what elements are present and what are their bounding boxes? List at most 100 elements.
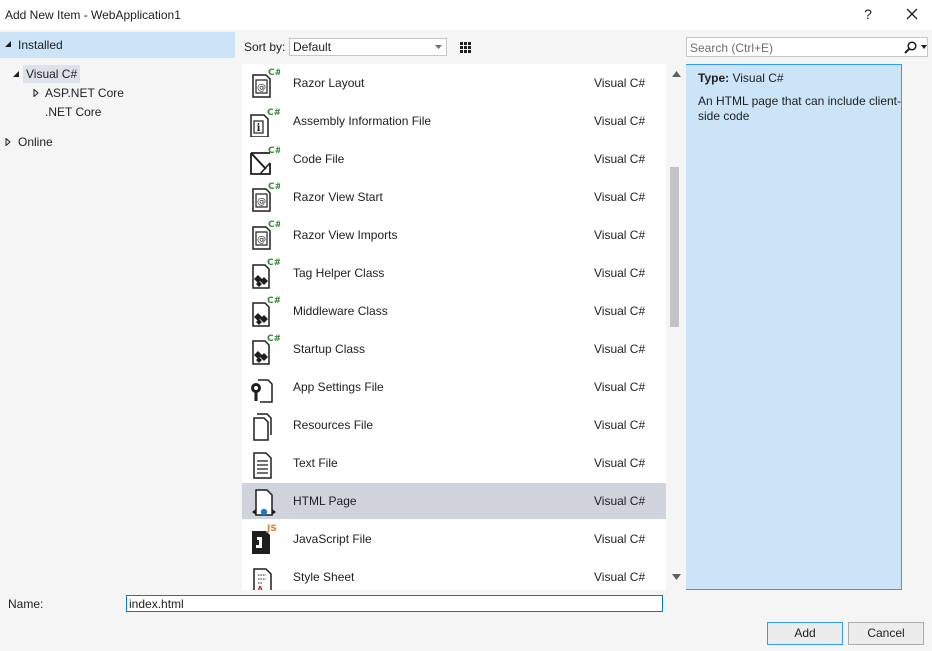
list-item[interactable]: C# Startup Class Visual C# (242, 331, 666, 367)
item-language: Visual C# (594, 494, 646, 508)
tree-item-label: ASP.NET Core (45, 86, 124, 100)
list-item[interactable]: @ C# Razor Layout Visual C# (242, 65, 666, 101)
javascript-file-icon: JS (252, 524, 277, 554)
scrollbar-thumb[interactable] (670, 167, 679, 327)
grid-icon (460, 42, 471, 53)
collapsed-arrow-icon (5, 138, 11, 146)
app-settings-icon (251, 379, 273, 403)
name-label: Name: (8, 597, 44, 611)
razor-view-imports-icon: @ C# (252, 220, 280, 250)
svg-text:C#: C# (267, 258, 280, 268)
item-type: Type: Visual C# (698, 71, 784, 85)
svg-text:C#: C# (267, 334, 280, 344)
svg-text:@: @ (257, 197, 266, 207)
svg-text:JS: JS (266, 524, 277, 534)
scroll-up-arrow-icon[interactable] (672, 71, 681, 77)
resources-file-icon (253, 413, 272, 441)
item-name: Tag Helper Class (293, 266, 385, 280)
sort-by-dropdown[interactable]: Default (289, 38, 447, 56)
expanded-arrow-icon (13, 71, 19, 77)
item-name: Razor View Start (293, 190, 383, 204)
item-name: Startup Class (293, 342, 366, 356)
search-placeholder: Search (Ctrl+E) (690, 41, 774, 55)
item-name: Assembly Information File (293, 114, 432, 128)
list-item[interactable]: Resources File Visual C# (242, 407, 666, 443)
razor-layout-icon: @ C# (252, 68, 280, 98)
razor-view-start-icon: @ C# (252, 182, 280, 212)
list-item[interactable]: App Settings File Visual C# (242, 369, 666, 405)
list-item[interactable]: @ C# Razor View Start Visual C# (242, 179, 666, 215)
tree-item-net-core[interactable]: .NET Core (45, 103, 101, 121)
svg-text:C#: C# (267, 296, 280, 306)
startup-class-icon: C# (252, 334, 280, 365)
tree-item-label: Visual C# (23, 65, 81, 83)
item-language: Visual C# (594, 114, 646, 128)
list-item[interactable]: @ C# Razor View Imports Visual C# (242, 217, 666, 253)
item-language: Visual C# (594, 76, 646, 90)
item-language: Visual C# (594, 152, 646, 166)
tree-item-label: Online (18, 135, 53, 149)
list-item[interactable]: C# Code File Visual C# (242, 141, 666, 177)
svg-text:C#: C# (268, 68, 280, 78)
item-name: Middleware Class (293, 304, 388, 318)
close-icon (906, 8, 918, 20)
assembly-info-icon: i C# (250, 108, 280, 137)
search-box[interactable]: Search (Ctrl+E) (686, 37, 928, 57)
collapsed-arrow-icon (33, 89, 39, 97)
item-name: Razor Layout (293, 76, 365, 90)
list-item-selected[interactable]: HTML Page Visual C# (242, 483, 666, 519)
sort-by-value: Default (293, 40, 332, 54)
svg-text:C#: C# (268, 182, 280, 192)
help-button[interactable]: ? (858, 2, 878, 26)
item-language: Visual C# (594, 456, 646, 470)
item-name: App Settings File (293, 380, 384, 394)
item-language: Visual C# (594, 342, 646, 356)
svg-text:C#: C# (268, 146, 280, 156)
tree-item-installed[interactable]: Installed (0, 32, 235, 58)
cancel-button[interactable]: Cancel (848, 622, 924, 645)
window-title: Add New Item - WebApplication1 (5, 8, 181, 22)
chevron-down-icon (435, 45, 442, 49)
list-item[interactable]: JS JavaScript File Visual C# (242, 521, 666, 557)
chevron-down-icon (921, 45, 927, 49)
type-value: Visual C# (732, 71, 784, 85)
list-item[interactable]: A Style Sheet Visual C# (242, 559, 666, 590)
list-item[interactable]: Text File Visual C# (242, 445, 666, 481)
list-item[interactable]: C# Tag Helper Class Visual C# (242, 255, 666, 291)
tree-item-label: Installed (18, 38, 63, 52)
middleware-class-icon: C# (252, 296, 280, 327)
item-name: Code File (293, 152, 345, 166)
tag-helper-class-icon: C# (252, 258, 280, 289)
item-name: Razor View Imports (293, 228, 398, 242)
template-tree: Installed Visual C# ASP.NET Core .NET Co… (0, 30, 235, 590)
tree-item-label: .NET Core (45, 105, 102, 119)
item-language: Visual C# (594, 532, 646, 546)
item-name: Text File (293, 456, 338, 470)
list-scrollbar[interactable] (666, 64, 686, 590)
details-panel: Type: Visual C# An HTML page that can in… (686, 64, 932, 590)
item-language: Visual C# (594, 266, 646, 280)
list-item[interactable]: i C# Assembly Information File Visual C# (242, 103, 666, 139)
add-button[interactable]: Add (767, 622, 843, 645)
item-language: Visual C# (594, 304, 646, 318)
svg-text:@: @ (257, 83, 266, 93)
small-icons-view-button[interactable] (455, 37, 476, 58)
name-input[interactable] (126, 595, 663, 612)
item-description: An HTML page that can include client-sid… (698, 94, 901, 123)
style-sheet-icon: A (253, 568, 272, 590)
list-item[interactable]: C# Middleware Class Visual C# (242, 293, 666, 329)
title-bar: Add New Item - WebApplication1 ? (0, 0, 932, 30)
close-button[interactable] (899, 2, 925, 26)
item-language: Visual C# (594, 418, 646, 432)
search-icon (904, 41, 917, 54)
svg-text:@: @ (257, 235, 266, 245)
scroll-down-arrow-icon[interactable] (672, 574, 681, 580)
text-file-icon (253, 452, 272, 479)
svg-text:C#: C# (268, 220, 280, 230)
item-language: Visual C# (594, 228, 646, 242)
svg-text:i: i (257, 123, 261, 134)
item-language: Visual C# (594, 190, 646, 204)
item-language: Visual C# (594, 570, 646, 584)
svg-text:C#: C# (267, 108, 280, 118)
item-name: Resources File (293, 418, 374, 432)
